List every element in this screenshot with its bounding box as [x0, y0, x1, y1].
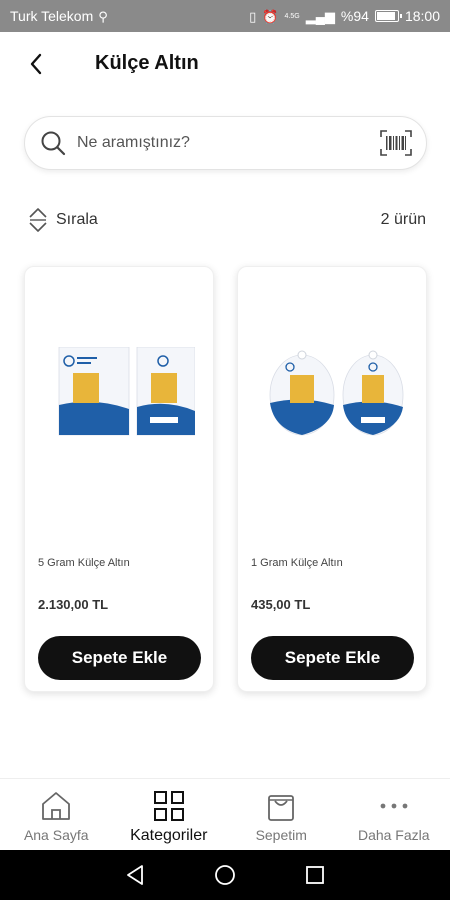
- system-recents-icon[interactable]: [302, 862, 328, 888]
- nav-label: Kategoriler: [130, 827, 208, 844]
- product-image-gold-bar-cards: [58, 347, 195, 436]
- nav-item-cart[interactable]: Sepetim: [225, 779, 338, 850]
- shopping-bag-icon: [264, 789, 298, 823]
- system-home-icon[interactable]: [212, 862, 238, 888]
- add-to-cart-button[interactable]: Sepete Ekle: [251, 636, 414, 680]
- sort-arrows-icon: [29, 208, 47, 232]
- network-type-label: 4.5G: [284, 12, 300, 20]
- add-to-cart-button[interactable]: Sepete Ekle: [38, 636, 201, 680]
- alarm-icon: ⏰: [262, 8, 279, 24]
- bottom-nav: Ana Sayfa Kategoriler Sepetim Daha Fazla: [0, 778, 450, 850]
- home-icon: [39, 789, 73, 823]
- nav-label: Ana Sayfa: [23, 827, 89, 843]
- nav-label: Sepetim: [255, 827, 307, 843]
- signal-icon: ▂▄▆: [305, 8, 335, 24]
- battery-icon: [374, 10, 402, 22]
- search-input[interactable]: [77, 134, 380, 152]
- sort-label: Sırala: [56, 211, 98, 228]
- nav-item-home[interactable]: Ana Sayfa: [0, 779, 113, 850]
- product-card[interactable]: 1 Gram Külçe Altın 435,00 TL Sepete Ekle: [237, 266, 427, 692]
- nav-label: Daha Fazla: [357, 827, 430, 843]
- carrier-label: Turk Telekom: [10, 8, 94, 24]
- barcode-scan-icon[interactable]: [380, 129, 412, 157]
- sort-row: Sırala 2 ürün: [28, 204, 426, 236]
- product-count: 2 ürün: [380, 211, 426, 228]
- back-button[interactable]: [22, 50, 50, 78]
- product-card[interactable]: 5 Gram Külçe Altın 2.130,00 TL Sepete Ek…: [24, 266, 214, 692]
- product-price: 2.130,00 TL: [38, 597, 109, 612]
- search-icon: [39, 129, 67, 157]
- sort-button[interactable]: Sırala: [28, 207, 98, 233]
- chevron-left-icon: [30, 53, 42, 75]
- product-image-gold-bar-ovals: [269, 350, 404, 436]
- battery-percent: %94: [340, 8, 369, 24]
- header: Külçe Altın: [0, 32, 450, 96]
- page-title: Külçe Altın: [95, 52, 199, 74]
- product-name: 1 Gram Külçe Altın: [251, 557, 343, 569]
- vibrate-icon: ▯: [249, 8, 257, 24]
- product-price: 435,00 TL: [251, 597, 311, 612]
- status-bar: Turk Telekom ⚲ ▯ ⏰ 4.5G ▂▄▆ %94 18:00: [0, 0, 450, 32]
- more-dots-icon: [377, 789, 411, 823]
- nav-item-more[interactable]: Daha Fazla: [338, 779, 450, 850]
- system-back-icon[interactable]: [122, 862, 148, 888]
- system-nav-bar: [0, 850, 450, 900]
- clock: 18:00: [404, 8, 440, 24]
- usb-icon: ⚲: [98, 8, 108, 24]
- grid-icon: [152, 789, 186, 823]
- product-name: 5 Gram Külçe Altın: [38, 557, 130, 569]
- search-bar[interactable]: [24, 116, 427, 170]
- nav-item-categories[interactable]: Kategoriler: [113, 779, 226, 850]
